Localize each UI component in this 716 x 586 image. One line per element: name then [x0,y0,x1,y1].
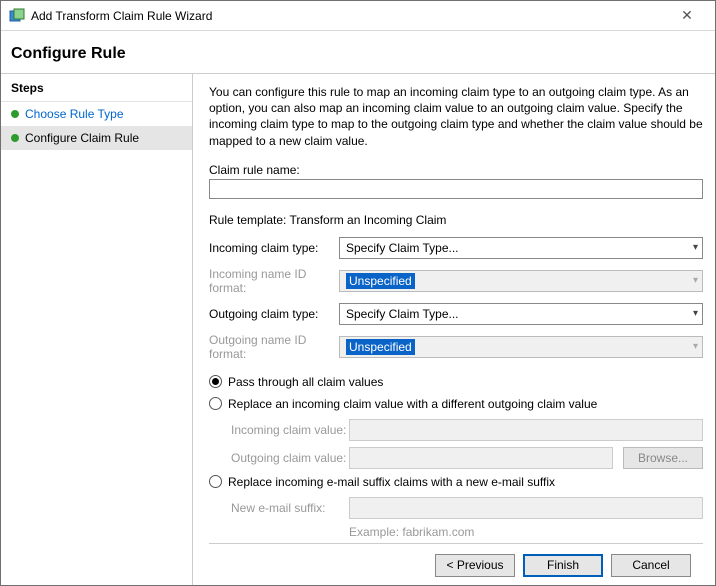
body: Steps Choose Rule Type Configure Claim R… [1,74,715,585]
incoming-name-id-label: Incoming name ID format: [209,267,339,295]
radio-replace-suffix-label: Replace incoming e-mail suffix claims wi… [228,475,555,489]
radio-pass-label: Pass through all claim values [228,375,383,389]
content-panel: You can configure this rule to map an in… [193,74,715,585]
outgoing-name-id-value: Unspecified [346,339,415,355]
previous-button[interactable]: < Previous [435,554,515,577]
step-bullet-icon [11,110,19,118]
incoming-claim-value-label: Incoming claim value: [231,423,349,437]
radio-icon [209,475,222,488]
example-text: Example: fabrikam.com [349,525,703,539]
incoming-claim-type-select[interactable]: Specify Claim Type... ▾ [339,237,703,259]
browse-button: Browse... [623,447,703,469]
radio-replace-value[interactable]: Replace an incoming claim value with a d… [209,397,703,411]
page-title: Configure Rule [11,45,705,63]
incoming-name-id-value: Unspecified [346,273,415,289]
outgoing-claim-type-value: Specify Claim Type... [346,307,459,321]
steps-heading: Steps [1,78,192,102]
titlebar: Add Transform Claim Rule Wizard ✕ [1,1,715,31]
outgoing-claim-value-label: Outgoing claim value: [231,451,349,465]
description-text: You can configure this rule to map an in… [209,84,703,149]
steps-sidebar: Steps Choose Rule Type Configure Claim R… [1,74,193,585]
chevron-down-icon: ▾ [693,242,698,253]
wizard-window: Add Transform Claim Rule Wizard ✕ Config… [0,0,716,586]
footer-buttons: < Previous Finish Cancel [209,543,703,585]
chevron-down-icon: ▾ [693,275,698,286]
new-email-suffix-label: New e-mail suffix: [231,501,349,515]
chevron-down-icon: ▾ [693,308,698,319]
step-configure-claim-rule[interactable]: Configure Claim Rule [1,126,192,150]
chevron-down-icon: ▾ [693,341,698,352]
rule-template-line: Rule template: Transform an Incoming Cla… [209,213,703,227]
header: Configure Rule [1,31,715,74]
outgoing-claim-type-select[interactable]: Specify Claim Type... ▾ [339,303,703,325]
incoming-claim-type-value: Specify Claim Type... [346,241,459,255]
outgoing-name-id-select: Unspecified ▾ [339,336,703,358]
outgoing-claim-type-label: Outgoing claim type: [209,307,339,321]
incoming-claim-value-input [349,419,703,441]
radio-replace-value-label: Replace an incoming claim value with a d… [228,397,597,411]
incoming-name-id-select: Unspecified ▾ [339,270,703,292]
finish-button[interactable]: Finish [523,554,603,577]
app-icon [9,8,25,24]
radio-replace-suffix[interactable]: Replace incoming e-mail suffix claims wi… [209,475,703,489]
outgoing-name-id-label: Outgoing name ID format: [209,333,339,361]
radio-icon [209,375,222,388]
step-label: Choose Rule Type [25,107,124,121]
radio-pass-through[interactable]: Pass through all claim values [209,375,703,389]
outgoing-claim-value-input [349,447,613,469]
new-email-suffix-input [349,497,703,519]
step-bullet-icon [11,134,19,142]
claim-rule-name-input[interactable] [209,179,703,199]
close-icon[interactable]: ✕ [667,7,707,24]
cancel-button[interactable]: Cancel [611,554,691,577]
radio-icon [209,397,222,410]
claim-rule-name-label: Claim rule name: [209,163,703,177]
step-label: Configure Claim Rule [25,131,139,145]
incoming-claim-type-label: Incoming claim type: [209,241,339,255]
window-title: Add Transform Claim Rule Wizard [31,9,661,23]
step-choose-rule-type[interactable]: Choose Rule Type [1,102,192,126]
